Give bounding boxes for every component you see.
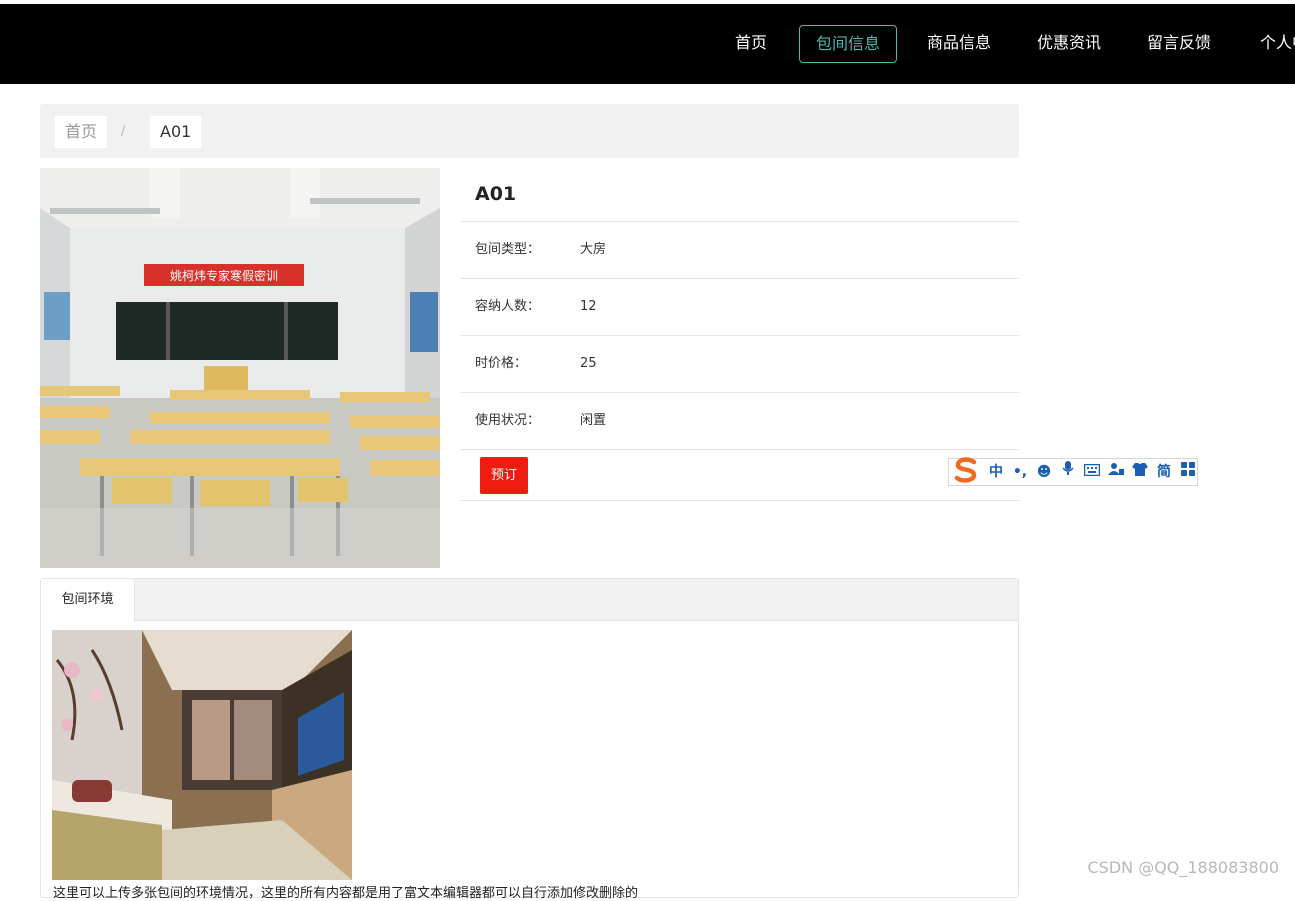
breadcrumb-separator: /: [121, 124, 126, 139]
hotel-room-image: [52, 630, 352, 880]
detail-label: 容纳人数：: [475, 299, 541, 314]
detail-value: 大房: [580, 242, 607, 257]
environment-description: 这里可以上传多张包间的环境情况，这里的所有内容都是用了富文本编辑器都可以自行添加…: [53, 886, 639, 901]
detail-row-price: 时价格： 25: [460, 336, 1019, 393]
skin-icon[interactable]: [1131, 459, 1149, 485]
microphone-icon[interactable]: [1059, 459, 1077, 485]
detail-label: 包间类型：: [475, 242, 541, 257]
detail-label: 时价格：: [475, 356, 528, 371]
classroom-image: 姚柯炜专家寒假密训: [40, 168, 440, 568]
room-details: A01 包间类型： 大房 容纳人数： 12 时价格： 25 使用状况： 闲置 预…: [460, 168, 1019, 501]
room-environment-panel: 包间环境 这里可以上传多张包间的环境情况，这里的所有内容都是用了富文本编辑器都可…: [40, 578, 1019, 901]
book-button[interactable]: 预订: [480, 457, 528, 494]
top-navbar: 首页 包间信息 商品信息 优惠资讯 留言反馈 个人中: [0, 4, 1295, 84]
emoji-icon[interactable]: ☻: [1035, 459, 1053, 485]
keyboard-icon[interactable]: [1083, 459, 1101, 485]
detail-row-type: 包间类型： 大房: [460, 222, 1019, 279]
nav-item-feedback[interactable]: 留言反馈: [1141, 25, 1217, 63]
sogou-logo-icon[interactable]: [951, 455, 981, 485]
detail-label: 使用状况：: [475, 413, 541, 428]
classroom-banner-text: 姚柯炜专家寒假密训: [170, 268, 278, 283]
watermark-text: CSDN @QQ_188083800: [1087, 858, 1279, 877]
chinese-mode-icon[interactable]: 中: [987, 459, 1005, 485]
tab-room-environment[interactable]: 包间环境: [41, 579, 135, 622]
user-icon[interactable]: [1107, 459, 1125, 485]
nav-item-home[interactable]: 首页: [729, 25, 773, 63]
punctuation-icon[interactable]: •,: [1011, 459, 1029, 485]
breadcrumb-current: A01: [150, 116, 202, 148]
detail-value: 25: [580, 356, 597, 371]
tab-bar: 包间环境: [41, 579, 1018, 622]
nav-item-promotions[interactable]: 优惠资讯: [1031, 25, 1107, 63]
nav-item-products[interactable]: 商品信息: [921, 25, 997, 63]
simplified-icon[interactable]: 简: [1155, 459, 1173, 485]
breadcrumb-home-link[interactable]: 首页: [55, 116, 108, 148]
detail-value: 闲置: [580, 413, 607, 428]
breadcrumb: 首页 / A01: [40, 104, 1019, 158]
ime-toolbar: 中 •, ☻ 简: [948, 455, 1198, 486]
room-title: A01: [460, 168, 1019, 222]
environment-photo: [52, 630, 352, 880]
book-row: 预订: [460, 450, 1019, 501]
detail-value: 12: [580, 299, 597, 314]
room-photo: 姚柯炜专家寒假密训: [40, 168, 440, 568]
nav-item-rooms[interactable]: 包间信息: [799, 25, 898, 63]
detail-row-status: 使用状况： 闲置: [460, 393, 1019, 450]
detail-row-capacity: 容纳人数： 12: [460, 279, 1019, 336]
apps-icon[interactable]: [1179, 459, 1197, 485]
nav-item-profile[interactable]: 个人中: [1254, 25, 1295, 63]
